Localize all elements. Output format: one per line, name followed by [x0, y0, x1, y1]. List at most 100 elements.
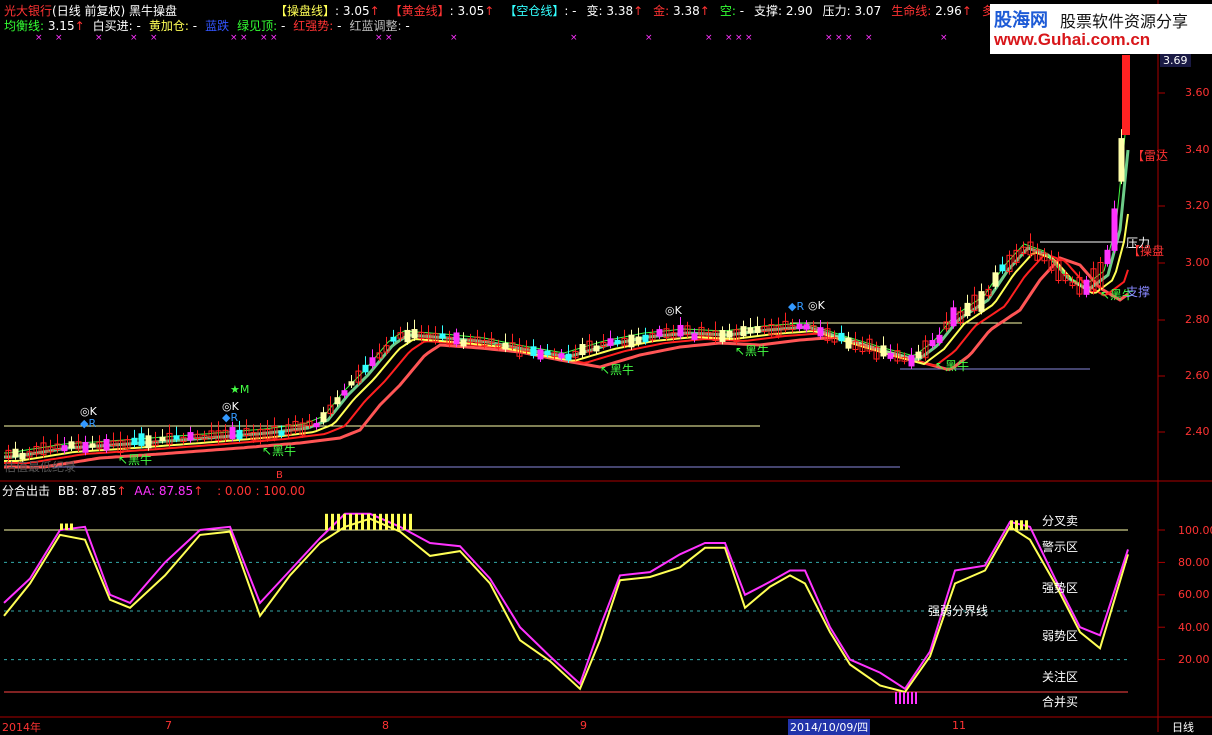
candle-body [754, 326, 761, 333]
candle-body [439, 333, 446, 339]
marker-x: × [130, 33, 138, 43]
date-label: 7 [165, 719, 172, 732]
r-label: ◆R [80, 417, 97, 430]
candle-body [348, 381, 355, 386]
sub-tick: 60.00 [1178, 588, 1210, 601]
row2-item-value: - [188, 19, 198, 33]
date-label: 11 [952, 719, 966, 732]
candle-body [404, 329, 411, 343]
sub-chart-header: 分合出击 BB: 87.85↑ AA: 87.85↑ : 0.00 : 100.… [2, 484, 305, 498]
candle-body [537, 349, 544, 360]
candle-body [719, 330, 726, 342]
heiniu-label: ↖黑牛 [118, 453, 153, 467]
overbought-bar [385, 513, 388, 530]
zone-label: 分叉卖 [1042, 514, 1079, 528]
candle-body [229, 427, 236, 439]
stock-name[interactable]: 光大银行 [4, 4, 52, 18]
row1-item-value: 3.07 [850, 4, 882, 18]
row2-item-0: 均衡线: 3.15↑ [4, 19, 85, 33]
row2-item-2: 黄加仓: - [149, 19, 197, 33]
marker-x: × [940, 33, 948, 43]
row1-item-value: 2.90 [782, 4, 813, 18]
candle-body [929, 340, 936, 347]
candle-body [341, 390, 348, 396]
row1-item-value: : - [564, 4, 577, 18]
row2-item-4: 绿见顶: - [237, 19, 285, 33]
marker-x: × [645, 33, 653, 43]
chart-mode: (日线 前复权) [52, 4, 126, 18]
zone-label: 合并买 [1042, 695, 1079, 709]
up-arrow-icon: ↑ [699, 4, 710, 18]
overbought-bar [1020, 520, 1023, 530]
candle-body [82, 441, 89, 453]
row1-item-label: 变: [586, 4, 603, 18]
candle-body [138, 433, 145, 446]
candle-body [817, 327, 824, 337]
indicator-name: 黑牛操盘 [129, 4, 178, 18]
period-label[interactable]: 日线 [1172, 719, 1194, 735]
row1-item-value: : 3.05 [449, 4, 485, 18]
candle-body [12, 448, 19, 458]
sub-extra: : 0.00 : 100.00 [217, 484, 306, 498]
sub-aa: AA: 87.85 [134, 484, 194, 498]
date-label: 8 [382, 719, 389, 732]
overbought-bar [337, 513, 340, 530]
candle-body [908, 355, 915, 367]
overbought-bar [403, 513, 406, 530]
row2-item-label: 白买进: [92, 19, 133, 33]
overbought-bar [349, 513, 352, 530]
heiniu-label: ↖黑牛 [935, 359, 970, 373]
row2-item-label: 绿见顶: [237, 19, 278, 33]
logo-url: www.Guhai.com.cn [994, 30, 1151, 49]
candle-body [411, 329, 418, 339]
zone-label: 警示区 [1042, 540, 1079, 554]
row2-item-label: 蓝跌 [205, 19, 230, 33]
row1-item-value: 3.38 [602, 4, 634, 18]
overbought-bar [65, 523, 68, 530]
ma-yellow-line [4, 213, 1129, 462]
indicator-values-row-1: 【操盘线】: 3.05↑ 【黄金线】: 3.05↑ 【空仓线】: - 变: 3.38↑… [275, 4, 1028, 18]
row1-item-value: : 3.05 [335, 4, 370, 18]
oversold-bar [895, 692, 897, 704]
watermark-text: 估值最低纪录 [4, 460, 77, 474]
candle-body [950, 307, 957, 327]
overbought-bar [391, 513, 394, 530]
header-row-1: 光大银行(日线 前复权) 黑牛操盘 [4, 4, 177, 18]
row1-item-value: 3.38 [669, 4, 700, 18]
marker-x: × [735, 33, 743, 43]
oversold-bar [911, 692, 913, 704]
row1-item-label: 【空仓线】 [504, 4, 565, 18]
candle-body [173, 435, 180, 440]
overbought-bar [367, 513, 370, 530]
up-arrow-icon: ↑ [369, 4, 380, 18]
row1-item-label: 【操盘线】 [275, 4, 336, 18]
zhicheng-label: 支撑 [1126, 285, 1151, 299]
candle-body [642, 334, 649, 343]
overbought-bar [1025, 520, 1028, 530]
candle-body [677, 324, 684, 337]
date-label: 2014/10/09/四 [788, 719, 871, 735]
candle-body [565, 353, 572, 361]
candle-body [887, 352, 894, 359]
marker-x: × [55, 33, 63, 43]
row1-item-5: 空: - [720, 4, 744, 18]
row1-item-value: - [735, 4, 745, 18]
current-price-label: 3.69 [1160, 54, 1191, 67]
row2-item-label: 红蓝调整: [349, 19, 402, 33]
row2-item-value: 3.15 [44, 19, 75, 33]
row1-item-1: 【黄金线】: 3.05↑ [390, 4, 495, 18]
logo-text: 股海网 [994, 10, 1048, 31]
marker-x: × [35, 33, 43, 43]
marker-x: × [865, 33, 873, 43]
marker-x: × [745, 33, 753, 43]
row1-item-label: 【黄金线】 [389, 4, 450, 18]
candle-body [691, 333, 698, 340]
candle-body [187, 432, 194, 441]
zone-label: 弱势区 [1042, 629, 1079, 643]
candle-body [593, 345, 600, 352]
candle-body [1111, 208, 1118, 251]
up-arrow-icon: ↑ [961, 4, 972, 18]
up-arrow-icon: ↑ [633, 4, 644, 18]
candle-body [992, 272, 999, 287]
candle-body [845, 337, 852, 349]
